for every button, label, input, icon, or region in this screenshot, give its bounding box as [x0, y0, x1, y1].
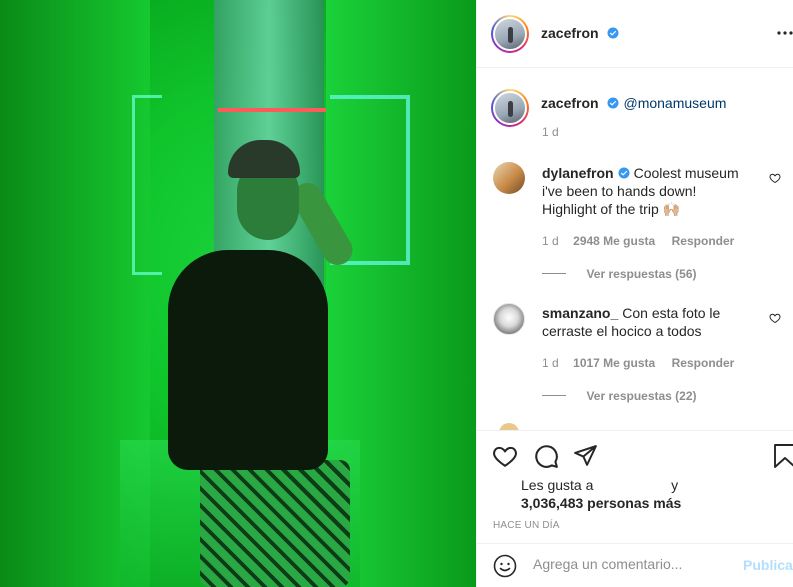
publish-button[interactable]: Publicar	[743, 557, 793, 573]
post-header: zacefron	[477, 0, 793, 68]
liked-by-others[interactable]: 3,036,483 personas más	[521, 495, 681, 511]
caption-time: 1 d	[542, 125, 559, 139]
comment-avatar-partial	[499, 423, 519, 430]
add-comment-bar: Publicar	[477, 543, 793, 587]
photo-person-shirt	[168, 250, 328, 470]
photo-red-light	[218, 108, 326, 112]
share-paper-plane-icon[interactable]	[573, 443, 598, 468]
comment-input[interactable]	[533, 556, 733, 572]
comment-username[interactable]: dylanefron	[542, 165, 614, 181]
reply-button[interactable]: Responder	[672, 356, 735, 370]
like-comment-heart-icon[interactable]	[769, 312, 781, 324]
like-heart-icon[interactable]	[492, 443, 518, 469]
liked-by-line: Les gusta a y	[521, 477, 678, 493]
header-username[interactable]: zacefron	[541, 25, 599, 41]
comment-meta: 1 d 2948 Me gusta Responder	[542, 232, 734, 250]
post-photo[interactable]	[0, 0, 476, 587]
photo-person-plaid	[200, 460, 350, 587]
view-replies-button[interactable]: Ver respuestas (22)	[542, 387, 697, 405]
comment-time: 1 d	[542, 234, 559, 248]
post-sidebar: zacefron zacefron @monamuseum 1 d dylane…	[476, 0, 793, 587]
replies-divider	[542, 273, 566, 275]
post-timestamp[interactable]: HACE UN DÍA	[493, 520, 560, 531]
comment-body: smanzano_ Con esta foto le cerraste el ho…	[542, 304, 747, 340]
view-replies-label: Ver respuestas (56)	[586, 267, 697, 281]
comment-likes[interactable]: 2948 Me gusta	[573, 234, 655, 248]
photo-light-frame-left	[132, 95, 162, 275]
comments-list[interactable]: zacefron @monamuseum 1 d dylanefron Cool…	[477, 69, 793, 430]
comment-time: 1 d	[542, 356, 559, 370]
comment-bubble-icon[interactable]	[533, 443, 559, 469]
caption-mention-link[interactable]: @monamuseum	[623, 95, 726, 111]
like-comment-heart-icon[interactable]	[769, 172, 781, 184]
reply-button[interactable]: Responder	[672, 234, 735, 248]
comment-meta: 1 d 1017 Me gusta Responder	[542, 354, 734, 372]
header-user: zacefron	[541, 25, 619, 43]
caption-line: zacefron @monamuseum	[541, 95, 726, 113]
post-actions: Les gusta a y 3,036,483 personas más HAC…	[477, 430, 793, 540]
caption-username[interactable]: zacefron	[541, 95, 599, 111]
more-horizontal-icon[interactable]	[777, 30, 793, 36]
verified-badge-icon	[607, 97, 619, 109]
comment-body: dylanefron Coolest museum i've been to h…	[542, 164, 747, 218]
comment-avatar[interactable]	[493, 303, 525, 335]
verified-badge-icon	[618, 167, 630, 179]
verified-badge-icon	[607, 27, 619, 39]
comment-avatar[interactable]	[493, 162, 525, 194]
comment-username[interactable]: smanzano_	[542, 305, 618, 321]
view-replies-label: Ver respuestas (22)	[586, 389, 697, 403]
comment-likes[interactable]: 1017 Me gusta	[573, 356, 655, 370]
emoji-smiley-icon[interactable]	[493, 554, 517, 578]
save-bookmark-icon[interactable]	[773, 443, 793, 469]
liked-by-connector: y	[671, 477, 679, 493]
header-avatar[interactable]	[491, 15, 529, 53]
view-replies-button[interactable]: Ver respuestas (56)	[542, 265, 697, 283]
liked-by-prefix: Les gusta a	[521, 477, 594, 493]
caption-avatar[interactable]	[491, 89, 529, 127]
replies-divider	[542, 395, 566, 397]
